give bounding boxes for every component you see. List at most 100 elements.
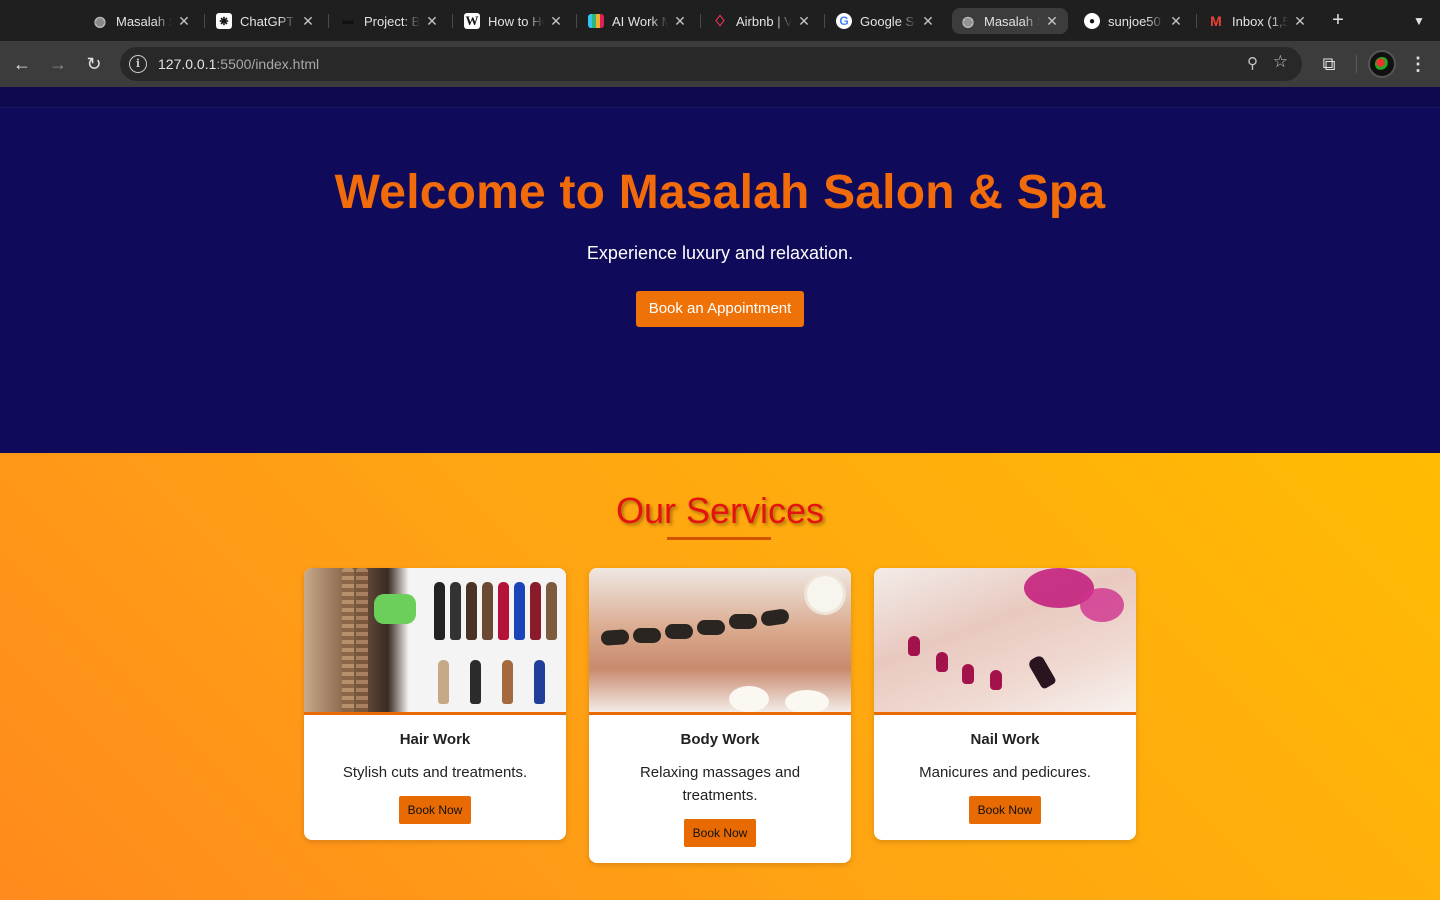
flower-decoration [1080,588,1124,622]
github-icon: ● [1084,13,1100,29]
painted-nail [962,664,974,684]
book-now-button[interactable]: Book Now [398,796,472,824]
hair-strand [530,582,541,640]
tab-google[interactable]: G Google Search ✕ [828,8,944,34]
hair-strand [438,660,449,704]
back-arrow-icon[interactable]: ← [7,49,37,79]
service-description: Stylish cuts and treatments. [342,764,528,781]
tab-search-chevron-icon[interactable]: ▼ [1406,9,1432,33]
browser-toolbar: ← → ↻ i 127.0.0.1:5500/index.html ⚲ ☆ ⧉ … [0,41,1440,87]
tab-project[interactable]: ▬ Project: Build ✕ [332,8,448,34]
hot-stone-massage-image [589,568,851,715]
hair-strand [514,582,525,640]
hair-strand [498,582,509,640]
close-icon[interactable]: ✕ [1168,13,1184,30]
close-icon[interactable]: ✕ [300,13,316,30]
hero-title: Welcome to Masalah Salon & Spa [334,166,1106,219]
page-viewport: Welcome to Masalah Salon & Spa Experienc… [0,87,1440,900]
hair-strand [502,660,513,704]
close-icon[interactable]: ✕ [920,13,936,30]
tab-masalah-1[interactable]: ◍ Masalah Salon & Spa ✕ [84,8,200,34]
hero-subtitle: Experience luxury and relaxation. [586,243,854,263]
manicure-image [874,568,1136,715]
google-icon: G [836,13,852,29]
orchid-decoration [785,690,829,712]
orchid-decoration [807,576,843,612]
address-bar[interactable]: i 127.0.0.1:5500/index.html ⚲ ☆ [120,47,1302,81]
services-heading: Our Services [615,490,825,531]
globe-icon: ◍ [93,12,107,29]
wordpress-icon: W [464,13,480,29]
hair-strand [470,660,481,704]
tab-separator [576,14,577,28]
avatar-image [1375,57,1389,71]
tab-github[interactable]: ● sunjoe50 ✕ [1076,8,1192,34]
book-now-button[interactable]: Book Now [968,796,1042,824]
chatgpt-icon: ❋ [216,13,232,29]
braid-decoration [342,568,354,712]
project-icon: ▬ [342,15,354,27]
painted-nail [990,670,1002,690]
kebab-menu-icon[interactable]: ⋮ [1404,49,1432,79]
site-info-icon[interactable]: i [129,55,147,73]
service-card-body: Body Work Relaxing massages and treatmen… [589,568,851,863]
zoom-icon[interactable]: ⚲ [1247,54,1258,72]
hot-stone [600,629,630,646]
tab-how-to[interactable]: W How to Host ✕ [456,8,572,34]
close-icon[interactable]: ✕ [176,13,192,30]
hero-section: Welcome to Masalah Salon & Spa Experienc… [0,108,1440,453]
close-icon[interactable]: ✕ [1292,13,1308,30]
hair-strand [450,582,461,640]
hair-strand [482,582,493,640]
bookmark-star-icon[interactable]: ☆ [1273,52,1288,72]
book-now-button[interactable]: Book Now [683,819,757,847]
painted-nail [936,652,948,672]
forward-arrow-icon[interactable]: → [43,49,73,79]
service-card-hair: Hair Work Stylish cuts and treatments. B… [304,568,566,840]
orchid-decoration [729,686,769,712]
book-appointment-button[interactable]: Book an Appointment [635,291,805,327]
hot-stone [697,620,725,635]
extensions-puzzle-icon[interactable]: ⧉ [1314,49,1344,79]
globe-icon: ◍ [961,12,975,29]
hot-stone [760,608,790,627]
close-icon[interactable]: ✕ [672,13,688,30]
tab-separator [1196,14,1197,28]
url-text[interactable]: 127.0.0.1:5500/index.html [158,56,319,72]
profile-avatar[interactable] [1368,50,1396,78]
tab-separator [328,14,329,28]
service-description: Relaxing massages and treatments. [639,764,801,804]
heading-underline [667,537,771,540]
frog-mask-decoration [374,594,416,624]
hair-strand [534,660,545,704]
site-nav-bar [0,87,1440,108]
braid-decoration [356,568,368,712]
hot-stone [633,628,661,643]
tab-masalah-active[interactable]: ◍ Masalah Salon ✕ [952,8,1068,34]
close-icon[interactable]: ✕ [1044,13,1060,30]
service-title: Nail Work [970,731,1040,748]
hair-braids-image [304,568,566,715]
service-title: Body Work [680,731,760,748]
tab-strip: ◍ Masalah Salon & Spa ✕ ❋ ChatGPT ✕ ▬ Pr… [0,0,1440,41]
reload-icon[interactable]: ↻ [79,49,109,79]
new-tab-button[interactable]: + [1326,9,1350,33]
close-icon[interactable]: ✕ [424,13,440,30]
service-card-nail: Nail Work Manicures and pedicures. Book … [874,568,1136,840]
close-icon[interactable]: ✕ [548,13,564,30]
services-section: Our Services Hair Work Stylish cuts and … [0,453,1440,900]
tab-ai-work[interactable]: AI Work Management ✕ [580,8,696,34]
tab-airbnb[interactable]: ♢ Airbnb | Vacation ✕ [704,8,820,34]
tab-gmail[interactable]: M Inbox (1,5 ✕ [1200,8,1316,34]
gmail-icon: M [1210,13,1222,29]
polish-brush [1027,654,1057,690]
tab-separator [700,14,701,28]
close-icon[interactable]: ✕ [796,13,812,30]
tab-separator [204,14,205,28]
tab-chatgpt[interactable]: ❋ ChatGPT ✕ [208,8,324,34]
slack-icon [588,14,604,28]
url-host: 127.0.0.1 [158,56,217,72]
services-cards: Hair Work Stylish cuts and treatments. B… [304,568,1136,868]
tab-separator [824,14,825,28]
painted-nail [908,636,920,656]
